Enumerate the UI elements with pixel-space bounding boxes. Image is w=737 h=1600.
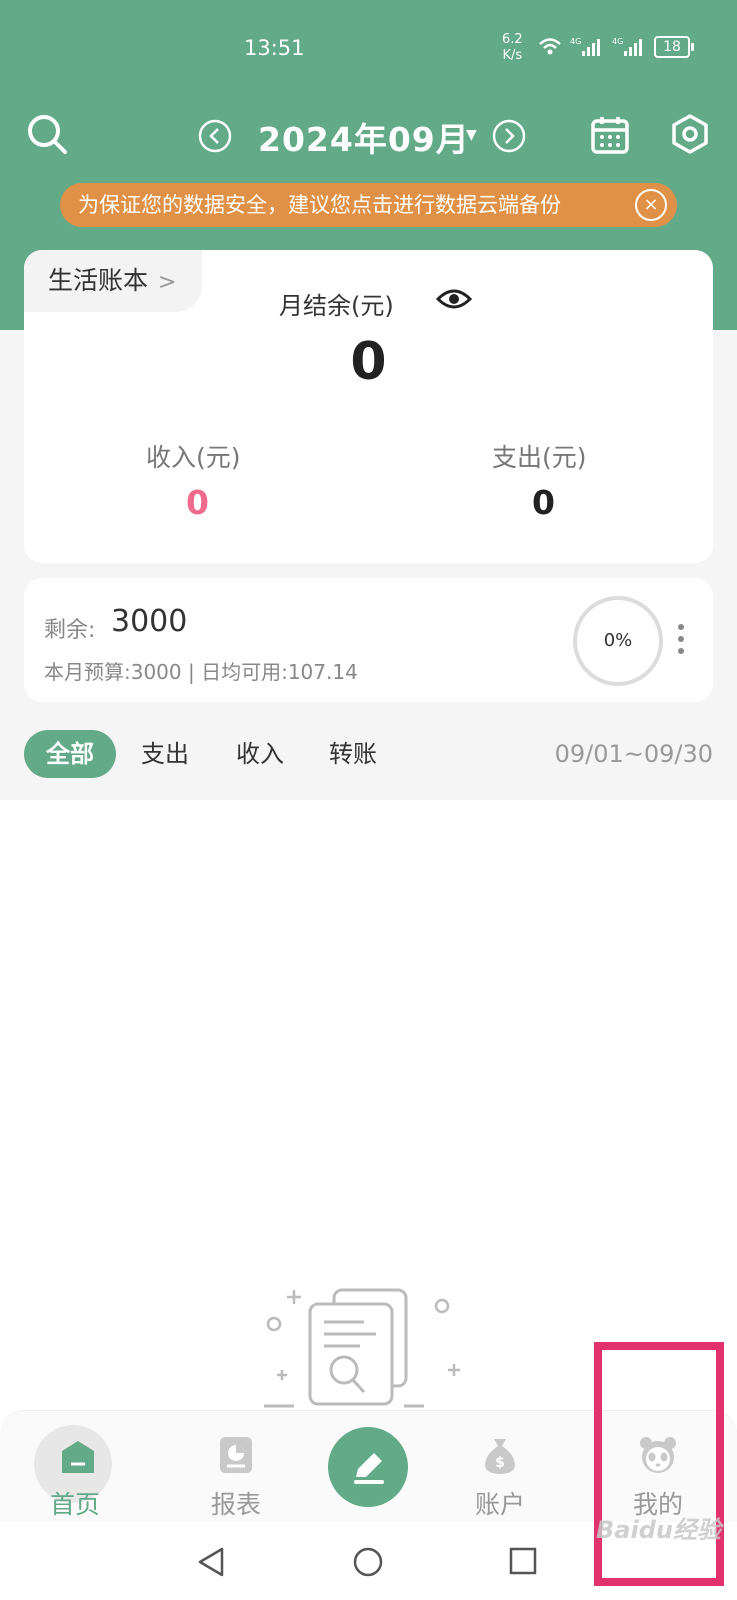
calendar-icon[interactable] (590, 115, 630, 155)
filter-tab-income[interactable]: 收入 (236, 730, 284, 778)
backup-notice[interactable]: 为保证您的数据安全，建议您点击进行数据云端备份 × (60, 183, 677, 227)
net-speed-value: 6.2 (502, 32, 523, 47)
app-header: 2024年09月 ▼ (0, 105, 737, 175)
search-icon[interactable] (26, 113, 68, 155)
wifi-icon (539, 38, 561, 55)
notice-text: 为保证您的数据安全，建议您点击进行数据云端备份 (78, 193, 561, 217)
svg-text:4G: 4G (570, 37, 581, 46)
chevron-left-icon[interactable] (198, 119, 232, 153)
budget-card[interactable]: 剩余: 3000 本月预算:3000 | 日均可用:107.14 0% (24, 578, 713, 702)
month-title[interactable]: 2024年09月 (258, 113, 470, 161)
pencil-icon (354, 1453, 384, 1484)
balance-value: 0 (350, 332, 387, 392)
add-record-button[interactable] (328, 1427, 408, 1507)
settings-icon[interactable] (669, 113, 711, 155)
date-range[interactable]: 09/01~09/30 (555, 730, 713, 778)
filter-tab-all[interactable]: 全部 (24, 730, 116, 778)
eye-icon[interactable] (436, 285, 472, 313)
close-icon[interactable]: × (635, 189, 667, 221)
budget-detail: 本月预算:3000 | 日均可用:107.14 (44, 660, 358, 684)
svg-text:4G: 4G (612, 37, 623, 46)
filter-tab-transfer[interactable]: 转账 (329, 730, 377, 778)
remaining-label: 剩余: (44, 618, 96, 643)
home-icon (62, 1441, 94, 1473)
signal-4g-icon: 4G (570, 37, 600, 56)
empty-records-illustration (264, 1288, 460, 1408)
chevron-right-icon: > (158, 270, 177, 295)
dropdown-caret-icon[interactable]: ▼ (466, 127, 477, 143)
status-bar: 13:51 6.2 K/s 4G 4G 18 (0, 28, 737, 72)
tab-mine[interactable]: 我的 (598, 1411, 718, 1523)
tab-account[interactable]: $ 账户 (440, 1411, 560, 1523)
report-icon (220, 1437, 252, 1473)
balance-label: 月结余(元) (279, 292, 394, 320)
income-value: 0 (186, 483, 209, 522)
expense-value: 0 (532, 483, 555, 522)
summary-card: 生活账本 > 月结余(元) 0 收入(元) 支出(元) 0 0 (24, 250, 713, 563)
baidu-watermark: Baidu经验 (596, 1516, 721, 1544)
more-vertical-icon[interactable] (676, 622, 686, 656)
home-circle-icon[interactable] (352, 1546, 384, 1578)
battery-icon: 18 (654, 36, 694, 58)
net-speed-unit: K/s (502, 48, 523, 63)
tab-label: 报表 (210, 1490, 261, 1519)
svg-text:$: $ (495, 1455, 505, 1471)
book-selector[interactable]: 生活账本 > (24, 250, 202, 312)
remaining-value: 3000 (111, 604, 188, 639)
filter-tabs: 全部 支出 收入 转账 09/01~09/30 (0, 730, 737, 780)
status-time: 13:51 (244, 36, 305, 60)
tab-report[interactable]: 报表 (176, 1411, 296, 1523)
expense-label: 支出(元) (492, 443, 587, 472)
chevron-right-icon[interactable] (492, 119, 526, 153)
net-speed: 6.2 K/s (502, 32, 523, 64)
tab-label: 账户 (474, 1490, 525, 1519)
recents-icon[interactable] (508, 1546, 538, 1576)
book-name: 生活账本 (48, 266, 149, 295)
bottom-tab-bar: 首页 报表 $ 账户 我的 (0, 1410, 737, 1523)
tab-label: 首页 (49, 1490, 100, 1519)
panda-icon (640, 1437, 676, 1473)
status-icons: 4G 4G 18 (538, 36, 694, 58)
budget-progress-ring: 0% (573, 596, 663, 686)
signal-4g-icon: 4G (612, 37, 642, 56)
income-label: 收入(元) (146, 443, 241, 472)
back-icon[interactable] (196, 1546, 226, 1578)
money-bag-icon: $ (485, 1439, 515, 1474)
tab-home[interactable]: 首页 (16, 1411, 136, 1523)
filter-tab-expense[interactable]: 支出 (141, 730, 189, 778)
